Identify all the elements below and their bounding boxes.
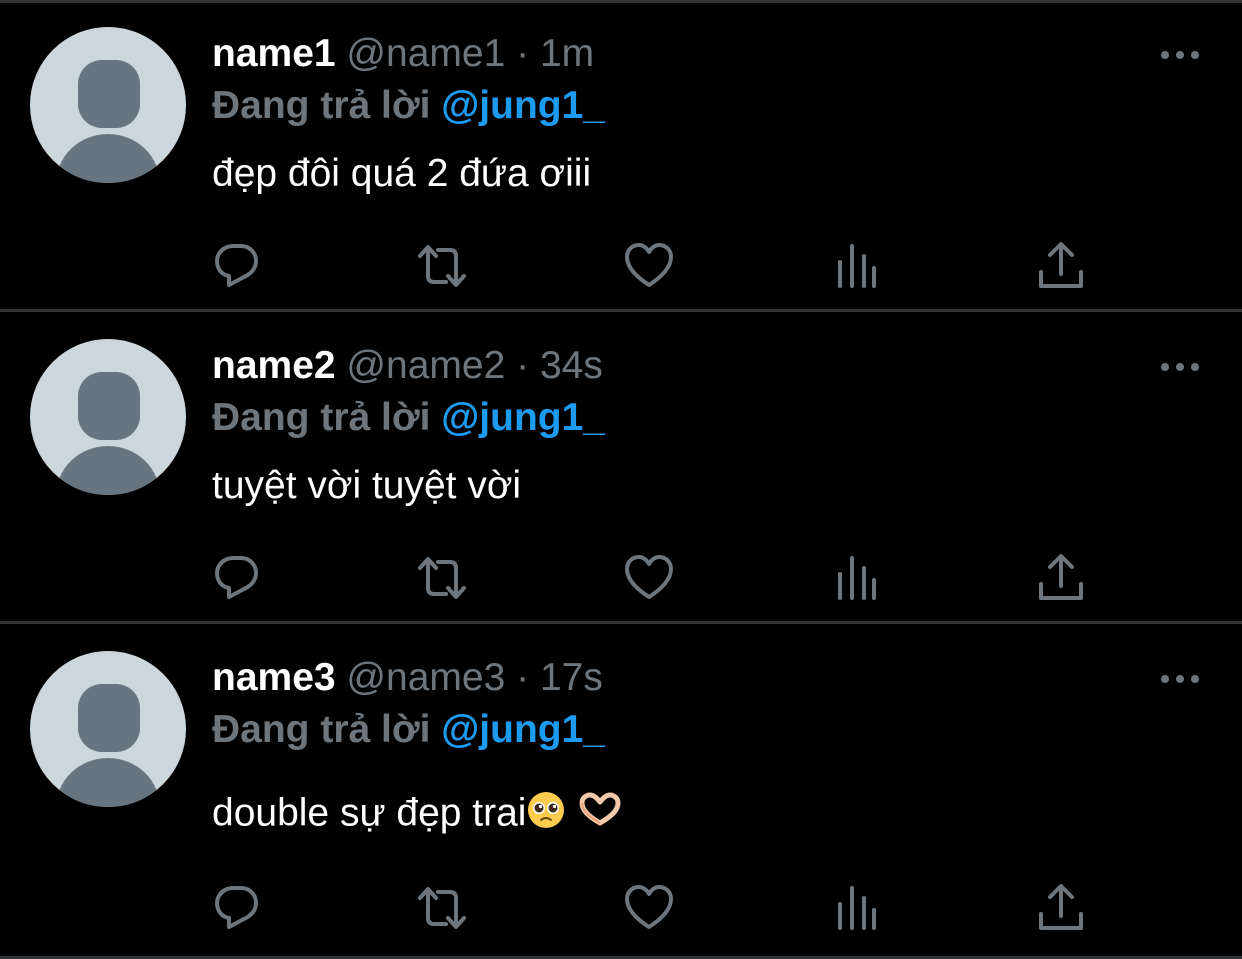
avatar[interactable] [30, 651, 186, 807]
avatar-body-shape [56, 446, 160, 495]
reply-icon[interactable] [211, 882, 263, 934]
replying-to-mention[interactable]: @jung1_ [441, 84, 605, 127]
display-name[interactable]: name3 [212, 656, 336, 699]
like-icon[interactable] [623, 552, 675, 604]
replying-to: Đang trả lời @jung1_ [212, 396, 605, 440]
separator-dot: · [516, 656, 530, 699]
more-options-icon[interactable] [1158, 666, 1202, 692]
tweet-text-container: double sự đẹp trai [212, 790, 622, 840]
retweet-icon[interactable] [416, 882, 468, 934]
like-icon[interactable] [623, 882, 675, 934]
avatar-body-shape [56, 758, 160, 807]
share-icon[interactable] [1035, 552, 1087, 604]
retweet-icon[interactable] [416, 552, 468, 604]
tweet-header: name3 @name3 · 17s [212, 656, 603, 700]
avatar-body-shape [56, 134, 160, 183]
separator-dot: · [516, 344, 530, 387]
heart-hands-emoji [578, 792, 622, 838]
tweet-header: name2 @name2 · 34s [212, 344, 603, 388]
separator-dot: · [516, 32, 530, 75]
replying-to-mention[interactable]: @jung1_ [441, 396, 605, 439]
share-icon[interactable] [1035, 882, 1087, 934]
tweet-text: tuyệt vời tuyệt vời [212, 464, 522, 507]
replying-to: Đang trả lời @jung1_ [212, 708, 605, 752]
replying-to-label: Đang trả lời [212, 708, 431, 751]
replying-to-label: Đang trả lời [212, 84, 431, 127]
reply-feed: name1 @name1 · 1m Đang trả lời @jung1_ đ… [0, 0, 1242, 959]
analytics-icon[interactable] [830, 882, 882, 934]
replying-to-label: Đang trả lời [212, 396, 431, 439]
tweet-text: double sự đẹp trai [212, 791, 527, 835]
replying-to-mention[interactable]: @jung1_ [441, 708, 605, 751]
timestamp[interactable]: 17s [540, 656, 603, 699]
avatar-head-shape [78, 372, 140, 440]
tweet-actions [0, 240, 1242, 292]
display-name[interactable]: name2 [212, 344, 336, 387]
pleading-face-emoji [526, 790, 566, 840]
retweet-icon[interactable] [416, 240, 468, 292]
analytics-icon[interactable] [830, 552, 882, 604]
avatar[interactable] [30, 27, 186, 183]
tweet-actions [0, 552, 1242, 604]
user-handle[interactable]: @name1 [346, 32, 505, 75]
like-icon[interactable] [623, 240, 675, 292]
reply-icon[interactable] [211, 240, 263, 292]
avatar[interactable] [30, 339, 186, 495]
share-icon[interactable] [1035, 240, 1087, 292]
analytics-icon[interactable] [830, 240, 882, 292]
tweet-header: name1 @name1 · 1m [212, 32, 594, 76]
user-handle[interactable]: @name2 [346, 344, 505, 387]
reply-icon[interactable] [211, 552, 263, 604]
avatar-head-shape [78, 684, 140, 752]
tweet[interactable]: name3 @name3 · 17s Đang trả lời @jung1_ … [0, 624, 1242, 959]
tweet[interactable]: name1 @name1 · 1m Đang trả lời @jung1_ đ… [0, 0, 1242, 312]
replying-to: Đang trả lời @jung1_ [212, 84, 605, 128]
more-options-icon[interactable] [1158, 354, 1202, 380]
user-handle[interactable]: @name3 [346, 656, 505, 699]
timestamp[interactable]: 34s [540, 344, 603, 387]
tweet-actions [0, 882, 1242, 934]
display-name[interactable]: name1 [212, 32, 336, 75]
avatar-head-shape [78, 60, 140, 128]
tweet-text: đẹp đôi quá 2 đứa ơiii [212, 152, 592, 195]
timestamp[interactable]: 1m [540, 32, 594, 75]
more-options-icon[interactable] [1158, 42, 1202, 68]
tweet[interactable]: name2 @name2 · 34s Đang trả lời @jung1_ … [0, 312, 1242, 624]
